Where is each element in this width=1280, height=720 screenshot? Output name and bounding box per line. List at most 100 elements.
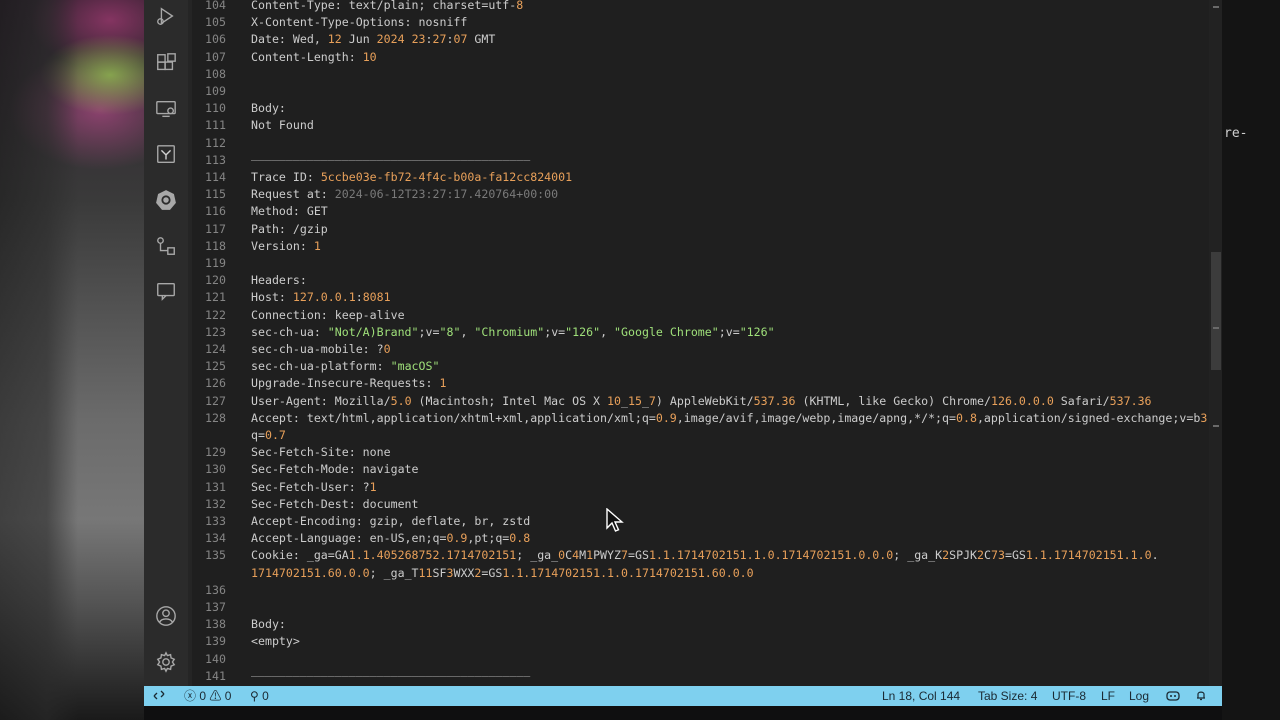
line-number: 124 — [205, 342, 226, 356]
extensions-icon[interactable] — [154, 51, 178, 75]
line-number: 127 — [205, 393, 226, 408]
line-text: Body: — [251, 617, 286, 632]
code-line[interactable]: 134 Accept-Language: en-US,en;q=0.9,pt;q=… — [192, 530, 530, 547]
code-line[interactable]: 129 Sec-Fetch-Site: none — [192, 444, 391, 461]
code-line[interactable]: 141 —————————————————————————————————————… — [192, 668, 530, 685]
code-line[interactable]: 130 Sec-Fetch-Mode: navigate — [192, 461, 418, 478]
code-line[interactable]: 122 Connection: keep-alive — [192, 307, 405, 324]
remote-explorer-icon[interactable] — [154, 97, 178, 121]
settings-gear-icon[interactable] — [154, 650, 178, 674]
line-text: 1714702151.60.0.0; _ga_T11SF3WXX2=GS1.1.… — [251, 565, 754, 580]
code-line[interactable]: 127 User-Agent: Mozilla/5.0 (Macintosh; I… — [192, 393, 1152, 410]
ports-count: 0 — [262, 689, 269, 703]
http-client-icon[interactable] — [154, 142, 178, 166]
line-number: 138 — [205, 617, 226, 632]
line-text: Sec-Fetch-Dest: document — [251, 496, 419, 511]
code-line[interactable]: 121 Host: 127.0.0.1:8081 — [192, 289, 391, 306]
cursor-position[interactable]: Ln 18, Col 144 — [882, 686, 960, 706]
source-control-graph-icon[interactable] — [154, 234, 178, 258]
line-text: sec-ch-ua-platform: "macOS" — [251, 359, 440, 374]
line-number: 114 — [205, 170, 226, 184]
code-line[interactable]: 118 Version: 1 — [192, 238, 321, 255]
tab-size[interactable]: Tab Size: 4 — [978, 686, 1037, 706]
notifications-bell-icon[interactable] — [1195, 686, 1207, 706]
background-window-text: re- — [1224, 126, 1248, 141]
line-number: 109 — [205, 84, 226, 98]
code-line[interactable]: 140 — [192, 651, 251, 668]
line-number: 108 — [205, 66, 226, 81]
line-number: 137 — [205, 600, 226, 614]
line-number: 113 — [205, 152, 226, 167]
code-line[interactable]: 125 sec-ch-ua-platform: "macOS" — [192, 358, 439, 375]
line-text: Not Found — [251, 118, 314, 133]
line-number: 128 — [205, 410, 226, 425]
remote-icon[interactable] — [153, 686, 165, 706]
editor-pane[interactable]: 104 Content-Type: text/plain; charset=utf… — [192, 0, 1209, 686]
run-debug-icon[interactable] — [154, 4, 178, 28]
line-text: ———————————————————————————————————————— — [251, 152, 531, 167]
code-line[interactable]: 128 Accept: text/html,application/xhtml+x… — [192, 410, 1209, 427]
code-line[interactable]: 104 Content-Type: text/plain; charset=utf… — [192, 0, 523, 14]
code-line[interactable]: 135 Cookie: _ga=GA1.1.405268752.171470215… — [192, 547, 1159, 564]
line-text: Version: 1 — [251, 238, 321, 253]
code-line[interactable]: 139 <empty> — [192, 633, 300, 650]
line-text: Method: GET — [251, 204, 328, 219]
code-line[interactable]: 136 — [192, 582, 251, 599]
code-line[interactable]: 131 Sec-Fetch-User: ?1 — [192, 479, 377, 496]
code-line[interactable]: 110 Body: — [192, 100, 286, 117]
code-line[interactable]: 137 — [192, 599, 251, 616]
line-number: 129 — [205, 445, 226, 460]
code-line[interactable]: 114 Trace ID: 5ccbe03e-fb72-4f4c-b00a-fa1… — [192, 169, 572, 186]
kubernetes-icon[interactable] — [154, 188, 178, 212]
line-text: <empty> — [251, 634, 300, 649]
code-line-wrap[interactable]: q=0.7 — [192, 427, 286, 444]
code-line[interactable]: 138 Body: — [192, 616, 286, 633]
code-line[interactable]: 117 Path: /gzip — [192, 221, 328, 238]
problems-indicator[interactable]: ⓧ 0 ⚠ 0 — [184, 686, 231, 706]
code-line[interactable]: 132 Sec-Fetch-Dest: document — [192, 496, 419, 513]
code-line[interactable]: 109 — [192, 83, 251, 100]
vertical-scrollbar[interactable] — [1209, 0, 1222, 686]
line-number: 110 — [205, 101, 226, 116]
line-number: 117 — [205, 221, 226, 236]
accounts-icon[interactable] — [154, 604, 178, 628]
line-number: 119 — [205, 256, 226, 270]
line-text: q=0.7 — [251, 428, 286, 442]
line-number: 111 — [205, 118, 226, 133]
line-number: 139 — [205, 634, 226, 649]
code-line[interactable]: 124 sec-ch-ua-mobile: ?0 — [192, 341, 391, 358]
code-line[interactable]: 116 Method: GET — [192, 203, 328, 220]
encoding[interactable]: UTF-8 — [1052, 686, 1086, 706]
code-line[interactable]: 115 Request at: 2024-06-12T23:27:17.42076… — [192, 186, 558, 203]
activity-bar — [144, 0, 188, 686]
code-line[interactable]: 120 Headers: — [192, 272, 307, 289]
code-line[interactable]: 107 Content-Length: 10 — [192, 49, 377, 66]
line-number: 122 — [205, 307, 226, 322]
line-text: X-Content-Type-Options: nosniff — [251, 15, 468, 30]
line-number: 126 — [205, 376, 226, 391]
line-text: Accept-Language: en-US,en;q=0.9,pt;q=0.8 — [251, 531, 531, 546]
line-number: 115 — [205, 187, 226, 202]
code-line[interactable]: 108 — [192, 66, 251, 83]
copilot-icon[interactable] — [1166, 686, 1180, 706]
editor-window: 104 Content-Type: text/plain; charset=utf… — [144, 0, 1222, 706]
code-line[interactable]: 113 —————————————————————————————————————… — [192, 152, 530, 169]
code-line-wrap[interactable]: 1714702151.60.0.0; _ga_T11SF3WXX2=GS1.1.… — [192, 565, 754, 582]
line-text: Content-Length: 10 — [251, 49, 377, 64]
ports-indicator[interactable]: ⚲ 0 — [250, 686, 269, 706]
scrollbar-thumb[interactable] — [1211, 252, 1221, 370]
code-line[interactable]: 123 sec-ch-ua: "Not/A)Brand";v="8", "Chro… — [192, 324, 775, 341]
code-line[interactable]: 119 — [192, 255, 251, 272]
code-line[interactable]: 133 Accept-Encoding: gzip, deflate, br, z… — [192, 513, 530, 530]
end-of-line[interactable]: LF — [1101, 686, 1115, 706]
comments-icon[interactable] — [154, 279, 178, 303]
line-number: 107 — [205, 49, 226, 64]
mouse-pointer-icon — [606, 508, 624, 532]
code-line[interactable]: 112 — [192, 135, 251, 152]
code-line[interactable]: 126 Upgrade-Insecure-Requests: 1 — [192, 375, 446, 392]
line-text: User-Agent: Mozilla/5.0 (Macintosh; Inte… — [251, 393, 1152, 408]
code-line[interactable]: 111 Not Found — [192, 117, 314, 134]
code-line[interactable]: 105 X-Content-Type-Options: nosniff — [192, 14, 467, 31]
language-mode[interactable]: Log — [1129, 686, 1149, 706]
code-line[interactable]: 106 Date: Wed, 12 Jun 2024 23:27:07 GMT — [192, 31, 495, 48]
